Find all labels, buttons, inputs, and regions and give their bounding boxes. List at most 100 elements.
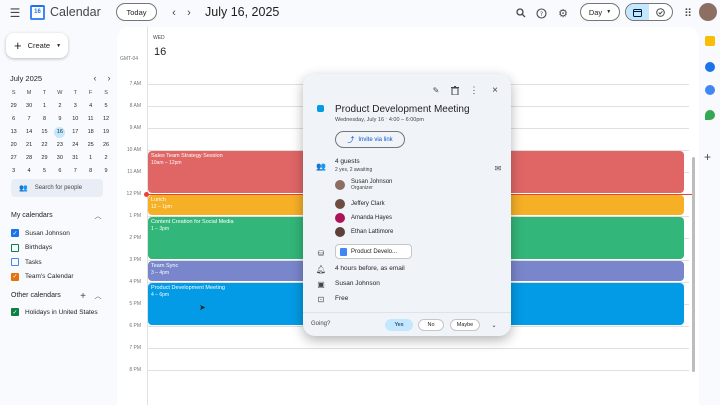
guest-row[interactable]: Jeffery Clark bbox=[335, 199, 385, 209]
availability: Free bbox=[335, 295, 349, 302]
email-guests-icon[interactable]: ✉ bbox=[489, 159, 507, 177]
mini-day[interactable]: 19 bbox=[98, 126, 113, 139]
mini-day[interactable]: 30 bbox=[21, 100, 36, 113]
mini-next-month-icon[interactable]: › bbox=[100, 69, 118, 87]
mini-day[interactable]: 14 bbox=[21, 126, 36, 139]
search-icon[interactable] bbox=[512, 4, 530, 22]
next-day-icon[interactable]: › bbox=[180, 4, 198, 22]
checkbox-icon[interactable]: ✓ bbox=[11, 229, 19, 237]
mini-day[interactable]: 6 bbox=[52, 165, 67, 178]
guest-row[interactable]: Ethan Lattimore bbox=[335, 227, 393, 237]
calendar-item[interactable]: Birthdays bbox=[11, 243, 52, 252]
attachment-chip[interactable]: Product Develo... bbox=[335, 244, 412, 259]
mini-day[interactable]: 27 bbox=[6, 152, 21, 165]
mini-day[interactable]: 5 bbox=[37, 165, 52, 178]
mini-day[interactable]: 9 bbox=[52, 113, 67, 126]
calendar-item-label: Susan Johnson bbox=[25, 229, 70, 237]
apps-grid-icon[interactable]: ⠿ bbox=[679, 4, 697, 22]
tasks-icon[interactable] bbox=[705, 62, 715, 72]
mini-day[interactable]: 23 bbox=[52, 139, 67, 152]
mini-day[interactable]: 4 bbox=[83, 100, 98, 113]
tasks-view-icon[interactable] bbox=[649, 4, 672, 20]
rsvp-maybe-button[interactable]: Maybe bbox=[450, 319, 480, 331]
calendar-item[interactable]: ✓ Holidays in United States bbox=[11, 308, 98, 316]
contacts-icon[interactable] bbox=[705, 85, 715, 95]
mini-day[interactable]: 15 bbox=[37, 126, 52, 139]
my-calendars-header[interactable]: My calendars bbox=[11, 212, 53, 219]
mini-day[interactable]: 6 bbox=[6, 113, 21, 126]
guest-row[interactable]: Susan Johnson Organizer bbox=[335, 179, 392, 191]
mini-day[interactable]: 25 bbox=[83, 139, 98, 152]
main-menu-icon[interactable]: ☰ bbox=[6, 4, 24, 22]
view-switcher[interactable]: Day ▼ bbox=[580, 3, 620, 21]
invite-via-link-button[interactable]: ⤴ Invite via link bbox=[335, 131, 405, 148]
mini-day[interactable]: 8 bbox=[37, 113, 52, 126]
mini-day[interactable]: 11 bbox=[83, 113, 98, 126]
chevron-up-icon[interactable]: ︿ bbox=[89, 207, 107, 225]
mini-day[interactable]: 7 bbox=[68, 165, 83, 178]
guest-avatar bbox=[335, 199, 345, 209]
chevron-up-icon[interactable]: ︿ bbox=[89, 287, 107, 305]
calendar-item[interactable]: ✓ Susan Johnson bbox=[11, 229, 70, 237]
mini-day[interactable]: 3 bbox=[68, 100, 83, 113]
maps-icon[interactable] bbox=[705, 110, 715, 120]
mini-day[interactable]: 29 bbox=[6, 100, 21, 113]
checkbox-icon[interactable] bbox=[11, 243, 19, 252]
mini-day[interactable]: 22 bbox=[37, 139, 52, 152]
mini-day[interactable]: 20 bbox=[6, 139, 21, 152]
mini-day[interactable]: 1 bbox=[37, 100, 52, 113]
mini-day[interactable]: 26 bbox=[98, 139, 113, 152]
guest-row[interactable]: Amanda Hayes bbox=[335, 213, 392, 223]
mini-day[interactable]: 24 bbox=[68, 139, 83, 152]
search-people-input[interactable]: 👥 Search for people bbox=[11, 179, 103, 197]
other-calendars-header[interactable]: Other calendars bbox=[11, 292, 61, 299]
mini-day[interactable]: 7 bbox=[21, 113, 36, 126]
mini-day[interactable]: 17 bbox=[68, 126, 83, 139]
mini-day[interactable]: 8 bbox=[83, 165, 98, 178]
mini-day[interactable]: 2 bbox=[52, 100, 67, 113]
mini-day[interactable]: 16 bbox=[52, 126, 67, 139]
mini-day[interactable]: 28 bbox=[21, 152, 36, 165]
rsvp-no-button[interactable]: No bbox=[418, 319, 444, 331]
mini-day[interactable]: 31 bbox=[68, 152, 83, 165]
calendar-item[interactable]: ✓ Team's Calendar bbox=[11, 272, 74, 281]
mini-day[interactable]: 1 bbox=[83, 152, 98, 165]
mini-day[interactable]: 2 bbox=[98, 152, 113, 165]
more-options-icon[interactable]: ⋮ bbox=[465, 81, 483, 99]
account-avatar[interactable] bbox=[699, 3, 717, 21]
rsvp-yes-button[interactable]: Yes bbox=[385, 319, 413, 331]
mini-day[interactable]: 30 bbox=[52, 152, 67, 165]
calendar-icon: ▣ bbox=[317, 279, 325, 289]
rsvp-more-chevron-icon[interactable]: ⌄ bbox=[486, 319, 502, 331]
mini-day[interactable]: 3 bbox=[6, 165, 21, 178]
checkbox-icon[interactable]: ✓ bbox=[11, 308, 19, 316]
mini-day[interactable]: 21 bbox=[21, 139, 36, 152]
checkbox-icon[interactable] bbox=[11, 258, 19, 266]
mini-day[interactable]: 10 bbox=[68, 113, 83, 126]
scrollbar[interactable] bbox=[692, 157, 695, 372]
checkbox-icon[interactable]: ✓ bbox=[11, 272, 19, 281]
create-button[interactable]: + Create ▼ bbox=[6, 33, 68, 58]
edit-pencil-icon[interactable]: ✎ bbox=[427, 81, 445, 99]
mini-day[interactable]: 5 bbox=[98, 100, 113, 113]
mini-day-selected: 16 bbox=[54, 127, 66, 138]
mini-day[interactable]: 9 bbox=[98, 165, 113, 178]
mini-day[interactable]: 4 bbox=[21, 165, 36, 178]
day-number[interactable]: 16 bbox=[154, 46, 166, 58]
calendar-view-icon[interactable] bbox=[626, 4, 649, 20]
mini-day[interactable]: 13 bbox=[6, 126, 21, 139]
keep-icon[interactable] bbox=[705, 36, 715, 46]
today-button[interactable]: Today bbox=[116, 3, 157, 21]
delete-trash-icon[interactable] bbox=[446, 81, 464, 99]
calendar-item[interactable]: Tasks bbox=[11, 258, 42, 266]
add-addon-icon[interactable]: + bbox=[704, 150, 711, 164]
help-icon[interactable]: ? bbox=[532, 4, 550, 22]
plus-icon: + bbox=[14, 37, 22, 53]
mini-day[interactable]: 12 bbox=[98, 113, 113, 126]
mini-weekday: F bbox=[88, 90, 93, 96]
close-icon[interactable]: × bbox=[486, 81, 504, 99]
hour-label: 1 PM bbox=[129, 213, 141, 219]
mini-day[interactable]: 29 bbox=[37, 152, 52, 165]
settings-gear-icon[interactable]: ⚙ bbox=[554, 4, 572, 22]
mini-day[interactable]: 18 bbox=[83, 126, 98, 139]
